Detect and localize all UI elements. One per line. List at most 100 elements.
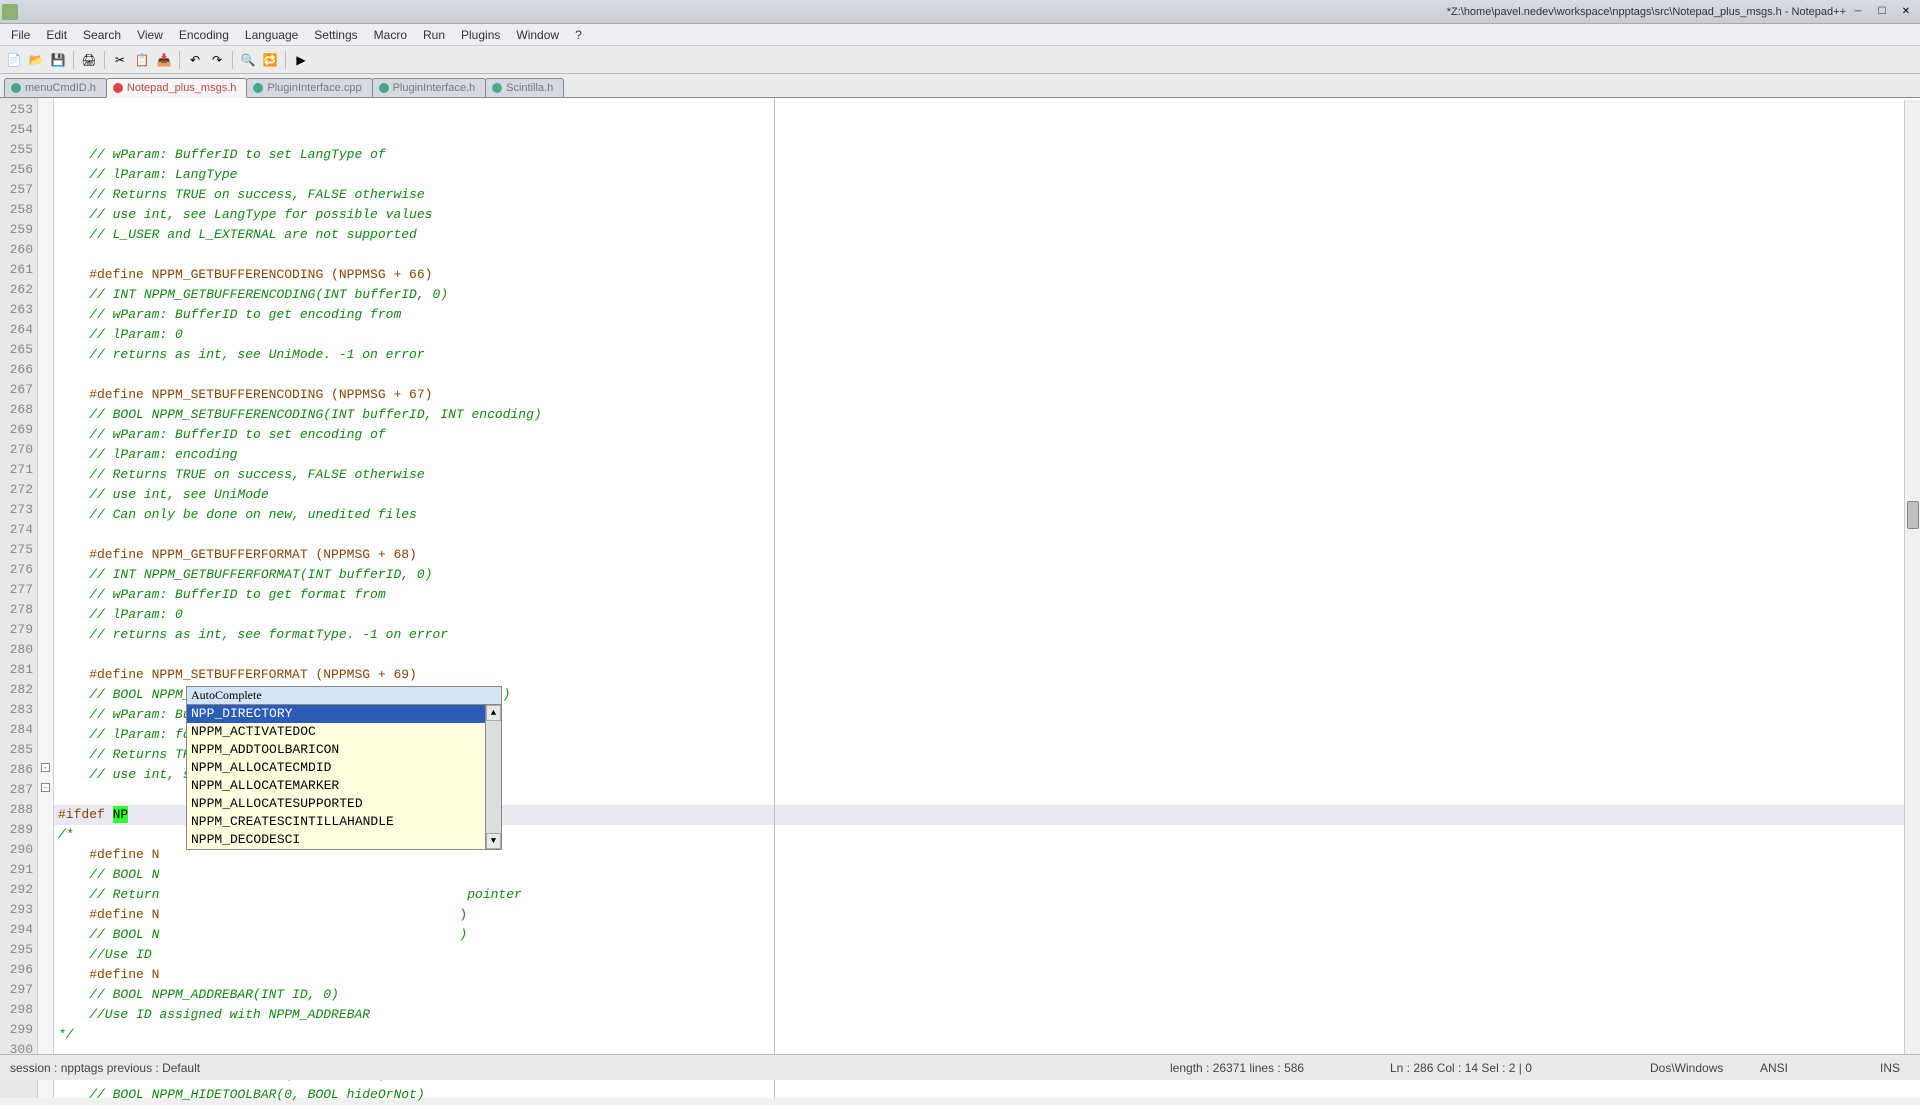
macro-play-icon[interactable]: ▶ (291, 50, 311, 70)
menu-search[interactable]: Search (76, 26, 128, 44)
scroll-down-icon[interactable]: ▼ (486, 833, 501, 849)
menu-?[interactable]: ? (568, 26, 589, 44)
autocomplete-item[interactable]: NPPM_ACTIVATEDOC (187, 723, 485, 741)
find-icon[interactable]: 🔍 (238, 50, 258, 70)
code-line[interactable]: // BOOL NPPM_SETBUFFERENCODING(INT buffe… (54, 405, 1920, 425)
unsaved-icon (113, 83, 123, 93)
menu-window[interactable]: Window (509, 26, 566, 44)
toolbar-separator (73, 51, 74, 69)
code-line[interactable]: // lParam: 0 (54, 605, 1920, 625)
code-line[interactable]: #define N) (54, 905, 1920, 925)
fold-toggle-icon[interactable]: - (41, 783, 50, 792)
code-line[interactable]: // INT NPPM_GETBUFFERENCODING(INT buffer… (54, 285, 1920, 305)
fold-margin[interactable]: -- (38, 98, 54, 1098)
code-line[interactable]: // use int, see LangType for possible va… (54, 205, 1920, 225)
replace-icon[interactable]: 🔁 (260, 50, 280, 70)
tab-label: Notepad_plus_msgs.h (127, 82, 236, 94)
code-line[interactable]: #define NPPM_SETBUFFERENCODING (NPPMSG +… (54, 385, 1920, 405)
window-title: *Z:\home\pavel.nedev\workspace\npptags\s… (1447, 6, 1846, 18)
tab-notepad_plus_msgs-h[interactable]: Notepad_plus_msgs.h (106, 78, 247, 98)
code-line[interactable]: #define NPPM_GETBUFFERFORMAT (NPPMSG + 6… (54, 545, 1920, 565)
autocomplete-popup[interactable]: AutoComplete NPP_DIRECTORYNPPM_ACTIVATED… (186, 686, 502, 850)
line-number: 281 (0, 660, 37, 680)
code-line[interactable] (54, 365, 1920, 385)
minimize-button[interactable]: ─ (1846, 3, 1870, 21)
autocomplete-item[interactable]: NPP_DIRECTORY (187, 705, 485, 723)
fold-toggle-icon[interactable]: - (41, 763, 50, 772)
code-line[interactable]: // lParam: 0 (54, 325, 1920, 345)
cut-icon[interactable]: ✂ (110, 50, 130, 70)
code-line[interactable]: */ (54, 1025, 1920, 1045)
code-line[interactable]: //Use ID (54, 945, 1920, 965)
code-line[interactable]: #define N (54, 965, 1920, 985)
code-line[interactable]: // BOOL NPPM_ADDREBAR(INT ID, 0) (54, 985, 1920, 1005)
code-line[interactable] (54, 525, 1920, 545)
code-line[interactable]: // INT NPPM_GETBUFFERFORMAT(INT bufferID… (54, 565, 1920, 585)
editor[interactable]: 2532542552562572582592602612622632642652… (0, 98, 1920, 1098)
close-button[interactable]: ✕ (1894, 3, 1918, 21)
saved-icon (492, 83, 502, 93)
tab-menucmdid-h[interactable]: menuCmdID.h (4, 78, 107, 97)
code-line[interactable]: // Returns TRUE on success, FALSE otherw… (54, 465, 1920, 485)
code-line[interactable]: // Return pointer (54, 885, 1920, 905)
save-icon[interactable]: 💾 (48, 50, 68, 70)
code-line[interactable]: // use int, see UniMode (54, 485, 1920, 505)
autocomplete-item[interactable]: NPPM_ADDTOOLBARICON (187, 741, 485, 759)
line-number: 296 (0, 960, 37, 980)
menu-encoding[interactable]: Encoding (172, 26, 236, 44)
code-line[interactable]: // BOOL N (54, 865, 1920, 885)
tab-label: menuCmdID.h (25, 82, 96, 94)
new-icon[interactable]: 📄 (4, 50, 24, 70)
undo-icon[interactable]: ↶ (185, 50, 205, 70)
open-icon[interactable]: 📂 (26, 50, 46, 70)
tab-scintilla-h[interactable]: Scintilla.h (485, 78, 564, 97)
autocomplete-list[interactable]: NPP_DIRECTORYNPPM_ACTIVATEDOCNPPM_ADDTOO… (187, 705, 485, 849)
autocomplete-item[interactable]: NPPM_DECODESCI (187, 831, 485, 849)
code-line[interactable]: // BOOL N) (54, 925, 1920, 945)
code-content[interactable]: // wParam: BufferID to set LangType of /… (54, 98, 1920, 1098)
menu-language[interactable]: Language (238, 26, 305, 44)
autocomplete-item[interactable]: NPPM_ALLOCATECMDID (187, 759, 485, 777)
code-line[interactable]: //Use ID assigned with NPPM_ADDREBAR (54, 1005, 1920, 1025)
code-line[interactable]: // L_USER and L_EXTERNAL are not support… (54, 225, 1920, 245)
code-line[interactable]: // wParam: BufferID to set LangType of (54, 145, 1920, 165)
code-line[interactable]: // wParam: BufferID to get encoding from (54, 305, 1920, 325)
line-number: 263 (0, 300, 37, 320)
menu-file[interactable]: File (4, 26, 37, 44)
copy-icon[interactable]: 📋 (132, 50, 152, 70)
menu-run[interactable]: Run (416, 26, 452, 44)
autocomplete-scrollbar[interactable]: ▲ ▼ (485, 705, 501, 849)
code-line[interactable]: // lParam: encoding (54, 445, 1920, 465)
scroll-thumb[interactable] (1907, 501, 1919, 529)
code-line[interactable] (54, 245, 1920, 265)
code-line[interactable]: #define NPPM_GETBUFFERENCODING (NPPMSG +… (54, 265, 1920, 285)
print-icon[interactable]: 🖨 (79, 50, 99, 70)
code-line[interactable]: #define NPPM_SETBUFFERFORMAT (NPPMSG + 6… (54, 665, 1920, 685)
autocomplete-item[interactable]: NPPM_CREATESCINTILLAHANDLE (187, 813, 485, 831)
code-line[interactable]: // returns as int, see UniMode. -1 on er… (54, 345, 1920, 365)
code-line[interactable]: // Returns TRUE on success, FALSE otherw… (54, 185, 1920, 205)
paste-icon[interactable]: 📥 (154, 50, 174, 70)
maximize-button[interactable]: ☐ (1870, 3, 1894, 21)
redo-icon[interactable]: ↷ (207, 50, 227, 70)
menu-plugins[interactable]: Plugins (454, 26, 507, 44)
tab-plugininterface-h[interactable]: PluginInterface.h (372, 78, 487, 97)
menu-macro[interactable]: Macro (367, 26, 414, 44)
scroll-up-icon[interactable]: ▲ (486, 705, 501, 721)
menu-edit[interactable]: Edit (39, 26, 74, 44)
code-line[interactable]: // wParam: BufferID to set encoding of (54, 425, 1920, 445)
menu-view[interactable]: View (130, 26, 170, 44)
menu-settings[interactable]: Settings (307, 26, 364, 44)
line-number: 299 (0, 1020, 37, 1040)
code-line[interactable] (54, 645, 1920, 665)
code-line[interactable]: // lParam: LangType (54, 165, 1920, 185)
autocomplete-item[interactable]: NPPM_ALLOCATEMARKER (187, 777, 485, 795)
status-eol: Dos\Windows (1640, 1055, 1750, 1080)
code-line[interactable]: // Can only be done on new, unedited fil… (54, 505, 1920, 525)
tab-plugininterface-cpp[interactable]: PluginInterface.cpp (246, 78, 372, 97)
code-line[interactable]: // BOOL NPPM_HIDETOOLBAR(0, BOOL hideOrN… (54, 1085, 1920, 1105)
autocomplete-item[interactable]: NPPM_ALLOCATESUPPORTED (187, 795, 485, 813)
code-line[interactable]: // returns as int, see formatType. -1 on… (54, 625, 1920, 645)
code-line[interactable]: // wParam: BufferID to get format from (54, 585, 1920, 605)
vertical-scrollbar[interactable] (1904, 100, 1920, 1054)
